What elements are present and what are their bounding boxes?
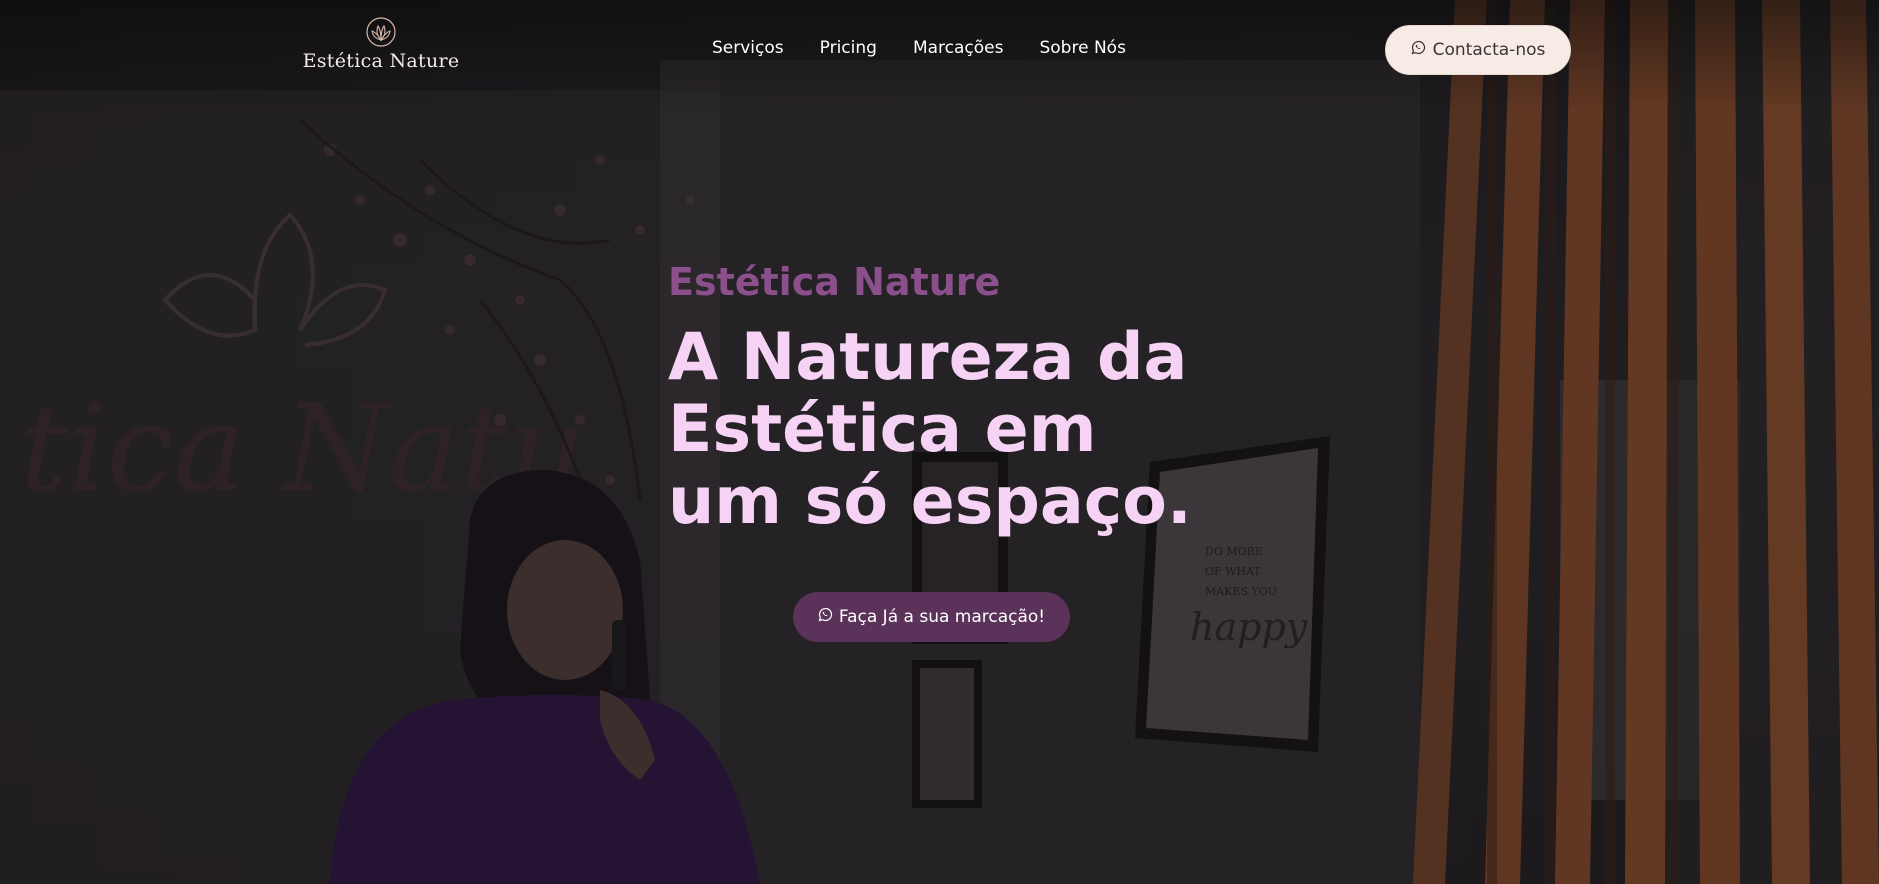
contact-button[interactable]: Contacta-nos	[1385, 25, 1571, 75]
brand-name: Estética Nature	[302, 50, 460, 72]
nav-item-pricing[interactable]: Pricing	[820, 38, 877, 58]
booking-button-label: Faça Já a sua marcação!	[838, 607, 1046, 627]
nav-item-sobre-nos[interactable]: Sobre Nós	[1039, 38, 1125, 58]
main-nav: Serviços Pricing Marcações Sobre Nós	[712, 38, 1126, 58]
nav-item-marcacoes[interactable]: Marcações	[913, 38, 1004, 58]
whatsapp-icon	[1411, 40, 1425, 54]
brand-logo[interactable]: Estética Nature	[303, 16, 459, 78]
booking-button[interactable]: Faça Já a sua marcação!	[793, 592, 1070, 642]
contact-button-label: Contacta-nos	[1432, 40, 1546, 60]
hero-headline: A Natureza da Estética em um só espaço.	[668, 320, 1192, 539]
nav-item-servicos[interactable]: Serviços	[712, 38, 784, 58]
hero-eyebrow: Estética Nature	[668, 260, 1001, 304]
lotus-icon	[366, 17, 396, 47]
whatsapp-icon	[818, 607, 832, 621]
